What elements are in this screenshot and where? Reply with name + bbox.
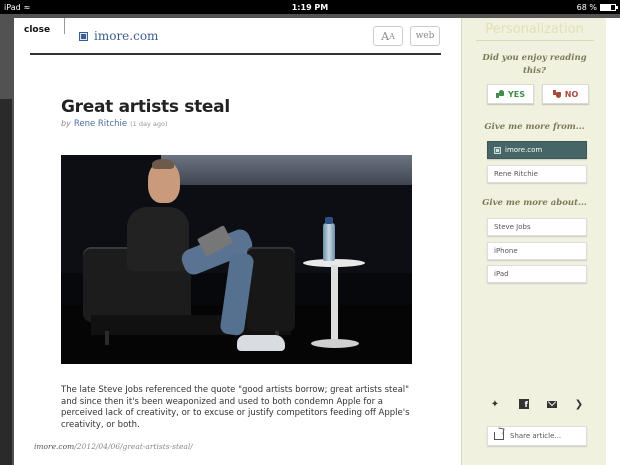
author-link[interactable]: Rene Ritchie [74, 119, 127, 129]
facebook-button[interactable]: f [518, 398, 530, 410]
chip-label: iPhone [494, 247, 518, 255]
chip-label: Rene Ritchie [494, 170, 538, 178]
yes-button[interactable]: YES [487, 84, 534, 104]
close-button[interactable]: close [24, 25, 50, 35]
site-header: imore.com [79, 29, 158, 43]
more-about-item-iphone[interactable]: iPhone [487, 242, 587, 260]
site-favicon-icon [494, 146, 501, 154]
personalization-panel: Personalization Did you enjoy reading th… [461, 18, 606, 465]
email-button[interactable] [546, 398, 558, 410]
site-favicon-icon [79, 31, 88, 41]
email-icon [547, 400, 557, 408]
more-about-heading: Give me more about... [482, 198, 587, 208]
panel-divider [476, 40, 594, 41]
article-age: (1 day ago) [130, 120, 168, 128]
yes-label: YES [507, 89, 526, 99]
facebook-icon: f [519, 399, 529, 409]
article-body: The late Steve Jobs referenced the quote… [61, 385, 410, 430]
twitter-icon[interactable]: ✦ [489, 398, 501, 410]
more-about-item-ipad[interactable]: iPad [487, 265, 587, 283]
status-bar: iPad ≈ 1:19 PM 68 % [0, 0, 620, 14]
article-title: Great artists steal [61, 97, 230, 117]
more-share-chevron-icon[interactable]: ❯ [573, 398, 585, 410]
thumbs-down-icon [552, 90, 561, 98]
site-name: imore.com [94, 29, 159, 43]
share-icon [494, 432, 504, 440]
no-label: NO [564, 89, 579, 99]
status-time: 1:19 PM [291, 2, 329, 12]
font-size-button[interactable]: AA [373, 26, 403, 46]
font-size-label: A [381, 29, 390, 43]
chip-label: Steve Jobs [494, 223, 531, 231]
panel-title: Personalization [485, 22, 584, 37]
more-from-heading: Give me more from... [484, 122, 585, 132]
header-divider [30, 53, 441, 55]
byline-prefix: by [61, 119, 71, 128]
feedback-question: Did you enjoy reading this? [482, 53, 587, 76]
url-domain: imore.com [34, 442, 75, 451]
share-article-button[interactable]: Share article... [487, 426, 587, 446]
more-about-item-steve-jobs[interactable]: Steve Jobs [487, 218, 587, 236]
background-page-strip [0, 99, 12, 465]
wifi-icon: ≈ [23, 2, 31, 12]
more-from-item-imore[interactable]: imore.com [487, 141, 587, 159]
chip-label: imore.com [505, 146, 543, 154]
more-from-item-author[interactable]: Rene Ritchie [487, 165, 587, 183]
close-divider [64, 18, 65, 34]
battery-percent: 68 % [576, 2, 597, 12]
article-byline: by Rene Ritchie (1 day ago) [61, 119, 168, 129]
url-path: /2012/04/06/great-artists-steal/ [74, 442, 193, 451]
web-view-button[interactable]: web [410, 26, 440, 46]
device-name: iPad [4, 2, 21, 12]
article-photo [61, 155, 412, 364]
no-button[interactable]: NO [542, 84, 589, 104]
battery-icon [600, 3, 618, 11]
thumbs-up-icon [495, 90, 504, 98]
article-url: imore.com/2012/04/06/great-artists-steal… [32, 442, 195, 451]
font-size-small-label: A [389, 31, 395, 41]
share-label: Share article... [510, 432, 562, 440]
chip-label: iPad [494, 270, 509, 278]
